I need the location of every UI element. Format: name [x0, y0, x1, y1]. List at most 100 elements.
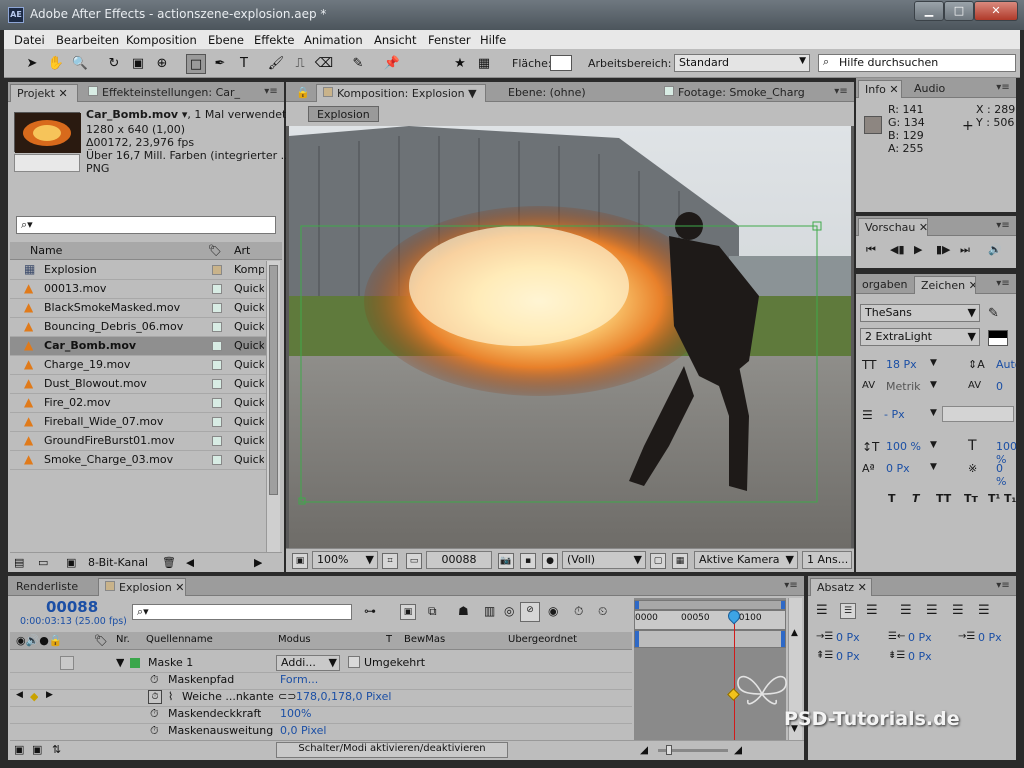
previous-frame-icon[interactable]: ◀▮: [890, 243, 905, 256]
panel-menu-icon[interactable]: ▾≡: [994, 579, 1012, 592]
clock-icon[interactable]: ⏲: [598, 604, 607, 619]
mask-feather-value[interactable]: 178,0,178,0 Pixel: [296, 690, 391, 703]
project-list-item[interactable]: ▲ Car_Bomb.mov Quick: [10, 337, 268, 356]
label-color-swatch[interactable]: [212, 322, 222, 332]
zoom-out-icon[interactable]: ◢: [640, 743, 648, 756]
mask-opacity-value[interactable]: 100%: [280, 707, 311, 720]
align-right-icon[interactable]: ☰: [866, 603, 878, 618]
frame-blending-icon[interactable]: ▥: [484, 604, 495, 618]
tab-audio[interactable]: Audio: [908, 80, 958, 98]
star-tool-icon[interactable]: ★: [450, 54, 470, 74]
hide-shy-layers-icon[interactable]: ☗: [458, 604, 469, 618]
play-icon[interactable]: ▶: [914, 243, 922, 256]
brush-tool-icon[interactable]: 🖌: [266, 54, 286, 74]
menu-fenster[interactable]: Fenster: [428, 33, 471, 47]
motion-blur-icon[interactable]: ◎: [504, 604, 514, 618]
menu-animation[interactable]: Animation: [304, 33, 363, 47]
project-list-item[interactable]: ▲ GroundFireBurst01.mov Quick: [10, 432, 268, 451]
close-icon[interactable]: ✕: [919, 221, 927, 234]
tracking-value[interactable]: 0: [996, 380, 1003, 393]
chevron-down-icon[interactable]: ▼: [930, 440, 937, 450]
timeline-current-time[interactable]: 00088: [46, 598, 98, 616]
zoom-tool-icon[interactable]: 🔍: [70, 54, 90, 74]
kerning-value[interactable]: Metrik: [886, 380, 921, 393]
footage-name[interactable]: Car_Bomb.mov ▾: [86, 108, 187, 121]
interpret-footage-icon[interactable]: ▤: [14, 556, 24, 569]
font-family-select[interactable]: TheSans ▼: [860, 304, 980, 322]
close-icon[interactable]: ✕: [58, 87, 67, 100]
chevron-down-icon[interactable]: ▼: [930, 462, 937, 472]
faux-italic-button[interactable]: T: [912, 492, 920, 505]
tab-absatz[interactable]: Absatz ✕: [810, 578, 872, 596]
pan-behind-tool-icon[interactable]: ⊕: [152, 54, 172, 74]
label-color-swatch[interactable]: [212, 417, 222, 427]
superscript-button[interactable]: T¹: [988, 492, 1000, 505]
project-list-item[interactable]: ▲ Smoke_Charge_03.mov Quick: [10, 451, 268, 470]
col-source-name[interactable]: Quellenname: [146, 634, 213, 645]
small-caps-button[interactable]: Tт: [964, 492, 978, 505]
all-caps-button[interactable]: TT: [936, 492, 951, 505]
prev-keyframe-icon[interactable]: ◀: [16, 690, 23, 700]
puppet-pin-tool-icon[interactable]: 📌: [382, 54, 402, 74]
indent-right-value[interactable]: 0 Px: [908, 631, 932, 644]
indent-left-value[interactable]: 0 Px: [836, 631, 860, 644]
tab-renderliste[interactable]: Renderliste: [10, 578, 94, 596]
mask-expansion-row[interactable]: ⏱ Maskenausweitung 0,0 Pixel: [10, 722, 632, 741]
zoom-select[interactable]: 100% ▼: [312, 551, 378, 569]
label-color-swatch[interactable]: [212, 398, 222, 408]
link-icon[interactable]: ⊂⊃: [278, 690, 296, 703]
tab-layer[interactable]: Ebene: (ohne): [502, 84, 652, 102]
scroll-right-icon[interactable]: ▶: [254, 556, 262, 569]
leading-value[interactable]: Auto: [996, 358, 1016, 371]
fill-option-icon[interactable]: ▦: [474, 54, 494, 74]
roto-brush-tool-icon[interactable]: ✎: [348, 54, 368, 74]
eyedropper-icon[interactable]: ✎: [988, 306, 999, 321]
camera-tool-icon[interactable]: ▣: [128, 54, 148, 74]
project-list-item[interactable]: ▲ Bouncing_Debris_06.mov Quick: [10, 318, 268, 337]
maximize-button[interactable]: □: [944, 1, 974, 21]
resolution-select[interactable]: (Voll) ▼: [562, 551, 646, 569]
tab-vorschau[interactable]: Vorschau ✕: [858, 218, 928, 236]
toggle-switches-icon[interactable]: ▣: [14, 743, 24, 756]
tab-effekteinstellungen[interactable]: Effekteinstellungen: Car_: [82, 84, 256, 102]
chevron-down-icon[interactable]: ▼: [930, 358, 937, 368]
justify-left-icon[interactable]: ☰: [900, 603, 912, 618]
bit-depth-label[interactable]: 8-Bit-Kanal: [88, 556, 148, 569]
menu-effekte[interactable]: Effekte: [254, 33, 295, 47]
pen-tool-icon[interactable]: ✒: [210, 54, 230, 74]
stopwatch-icon[interactable]: ⏱: [150, 724, 159, 738]
menu-datei[interactable]: Datei: [14, 33, 45, 47]
camera-select[interactable]: Aktive Kamera ▼: [694, 551, 798, 569]
draft-3d-icon[interactable]: ⧉: [428, 604, 437, 619]
zoom-slider-thumb[interactable]: [666, 745, 672, 755]
mask-checkbox[interactable]: [60, 656, 74, 670]
panel-menu-icon[interactable]: ▾≡: [994, 219, 1012, 232]
timeline-search-input[interactable]: ⌕▾: [132, 604, 352, 620]
justify-all-icon[interactable]: ☰: [978, 603, 990, 618]
font-style-select[interactable]: 2 ExtraLight ▼: [860, 328, 980, 346]
always-preview-icon[interactable]: ▣: [292, 553, 308, 569]
close-button[interactable]: ✕: [974, 1, 1018, 21]
comp-duration-bar[interactable]: [634, 630, 786, 648]
view-layout-select[interactable]: 1 Ans...: [802, 551, 852, 569]
align-left-icon[interactable]: ☰: [816, 603, 828, 618]
subscript-button[interactable]: T₁: [1004, 492, 1016, 505]
vertical-scale-value[interactable]: 100 %: [886, 440, 921, 453]
menu-ebene[interactable]: Ebene: [208, 33, 244, 47]
mask-name[interactable]: Maske 1: [148, 656, 193, 669]
brainstorm-icon[interactable]: ◉: [548, 604, 558, 618]
label-column-icon[interactable]: 🏷: [208, 244, 222, 257]
baseline-shift-value[interactable]: 0 Px: [886, 462, 910, 475]
work-area-bar[interactable]: [634, 600, 786, 610]
stroke-width-value[interactable]: - Px: [884, 408, 905, 421]
zoom-in-icon[interactable]: ◢: [734, 743, 742, 756]
show-snapshot-icon[interactable]: ▪: [520, 553, 536, 569]
region-of-interest-icon[interactable]: ▢: [650, 553, 666, 569]
next-keyframe-icon[interactable]: ▶: [46, 690, 53, 700]
menu-hilfe[interactable]: Hilfe: [480, 33, 506, 47]
panel-menu-icon[interactable]: ▾≡: [832, 85, 850, 98]
comp-lock-icon[interactable]: 🔒: [290, 84, 316, 102]
duration-end-handle[interactable]: [781, 631, 785, 647]
col-type[interactable]: Art: [234, 244, 250, 257]
workspace-select[interactable]: Standard ▼: [674, 54, 810, 72]
